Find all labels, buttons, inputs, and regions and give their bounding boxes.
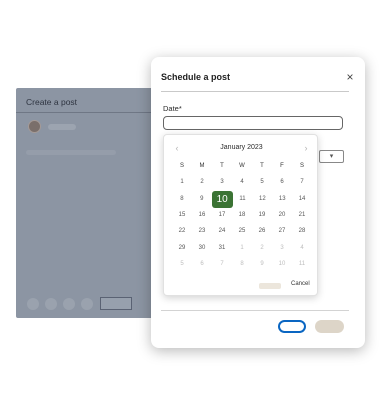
calendar-day[interactable]: 5	[252, 174, 272, 190]
time-select[interactable]: ▾	[319, 150, 344, 163]
calendar-day[interactable]: 11	[233, 191, 253, 207]
chevron-right-icon[interactable]: ›	[300, 142, 312, 154]
calendar-week: 15 16 17 18 19 20 21	[172, 207, 312, 223]
date-input[interactable]	[163, 116, 343, 130]
calendar-day[interactable]: 21	[292, 207, 312, 223]
author-name-placeholder	[48, 124, 76, 130]
calendar-day[interactable]: 24	[212, 223, 232, 239]
calendar-day[interactable]: 8	[232, 256, 252, 272]
calendar-day[interactable]: 1	[172, 174, 192, 190]
calendar-day[interactable]: 9	[192, 191, 212, 207]
calendar-day[interactable]: 10	[272, 256, 292, 272]
calendar-day[interactable]: 6	[272, 174, 292, 190]
calendar-day[interactable]: 8	[172, 191, 192, 207]
calendar-day[interactable]: 12	[252, 191, 272, 207]
weekday-label: F	[280, 163, 284, 170]
weekday-label: W	[239, 163, 245, 170]
calendar-day[interactable]: 1	[232, 239, 252, 255]
next-button[interactable]	[315, 320, 344, 333]
calendar-day[interactable]: 2	[192, 174, 212, 190]
calendar-day[interactable]: 30	[192, 239, 212, 255]
cancel-button[interactable]: Cancel	[291, 281, 310, 287]
calendar-day[interactable]: 20	[272, 207, 292, 223]
calendar-day[interactable]: 4	[232, 174, 252, 190]
modal-divider	[161, 91, 349, 92]
weekday-label: S	[179, 163, 184, 170]
calendar-day[interactable]: 11	[292, 256, 312, 272]
toolbar-icon	[45, 298, 57, 310]
calendar-day[interactable]: 2	[252, 239, 272, 255]
weekday-row: SMTWTFS	[172, 158, 312, 174]
calendar-day[interactable]: 7	[212, 256, 232, 272]
calendar-day[interactable]: 27	[272, 223, 292, 239]
avatar	[28, 120, 41, 133]
date-picker: ‹ January 2023 › S M T W T F S 1 2 3 4 5 6 7 8 9 10 11 12 1…	[163, 134, 318, 296]
weekday-label: T	[220, 163, 224, 170]
calendar-day[interactable]: 16	[192, 207, 212, 223]
weekday-label: T	[260, 163, 264, 170]
date-label: Date*	[163, 104, 182, 113]
calendar-month: January 2023	[220, 144, 263, 151]
calendar-week: 8 9 10 11 12 13 14	[172, 190, 312, 208]
calendar-day[interactable]: 19	[252, 207, 272, 223]
calendar-day[interactable]: 31	[212, 239, 232, 255]
calendar-day[interactable]: 3	[272, 239, 292, 255]
calendar-day[interactable]: 17	[212, 207, 232, 223]
calendar-day[interactable]: 28	[292, 223, 312, 239]
create-post-window: Create a post	[16, 88, 154, 318]
weekday-label: S	[299, 163, 304, 170]
calendar-header: ‹ January 2023 ›	[164, 142, 319, 154]
calendar-day[interactable]: 23	[192, 223, 212, 239]
calendar-day[interactable]: 15	[172, 207, 192, 223]
calendar-day[interactable]: 13	[272, 191, 292, 207]
create-post-title: Create a post	[26, 97, 78, 107]
calendar-day[interactable]: 29	[172, 239, 192, 255]
calendar-day[interactable]: 25	[232, 223, 252, 239]
toolbar-icon	[63, 298, 75, 310]
calendar-day[interactable]: 22	[172, 223, 192, 239]
calendar-day[interactable]: 18	[232, 207, 252, 223]
calendar-week: 5 6 7 8 9 10 11	[172, 256, 312, 272]
weekday-label: M	[199, 163, 205, 170]
post-text-placeholder	[26, 150, 116, 155]
chevron-down-icon: ▾	[329, 153, 334, 160]
calendar-day[interactable]: 6	[192, 256, 212, 272]
calendar-day[interactable]: 5	[172, 256, 192, 272]
create-post-divider	[16, 112, 154, 113]
calendar-day[interactable]: 7	[292, 174, 312, 190]
calendar-week: 22 23 24 25 26 27 28	[172, 223, 312, 239]
calendar-day[interactable]: 9	[252, 256, 272, 272]
calendar-grid: S M T W T F S 1 2 3 4 5 6 7 8 9 10 11 12 13 14 15 16 17 18 19 20 21…	[172, 158, 312, 272]
calendar-day-selected[interactable]: 10	[211, 190, 233, 208]
calendar-week: 29 30 31 1 2 3 4	[172, 239, 312, 255]
toolbar-icon	[27, 298, 39, 310]
clear-button[interactable]	[259, 283, 281, 289]
toolbar-icon	[81, 298, 93, 310]
calendar-day[interactable]: 26	[252, 223, 272, 239]
back-button[interactable]	[278, 320, 306, 333]
post-field	[100, 297, 132, 310]
calendar-week: 1234567	[172, 174, 312, 190]
calendar-day[interactable]: 4	[292, 239, 312, 255]
footer-divider	[161, 310, 349, 311]
calendar-day[interactable]: 14	[292, 191, 312, 207]
calendar-day[interactable]: 3	[212, 174, 232, 190]
modal-title: Schedule a post	[161, 72, 231, 82]
close-icon[interactable]: ×	[343, 70, 357, 84]
